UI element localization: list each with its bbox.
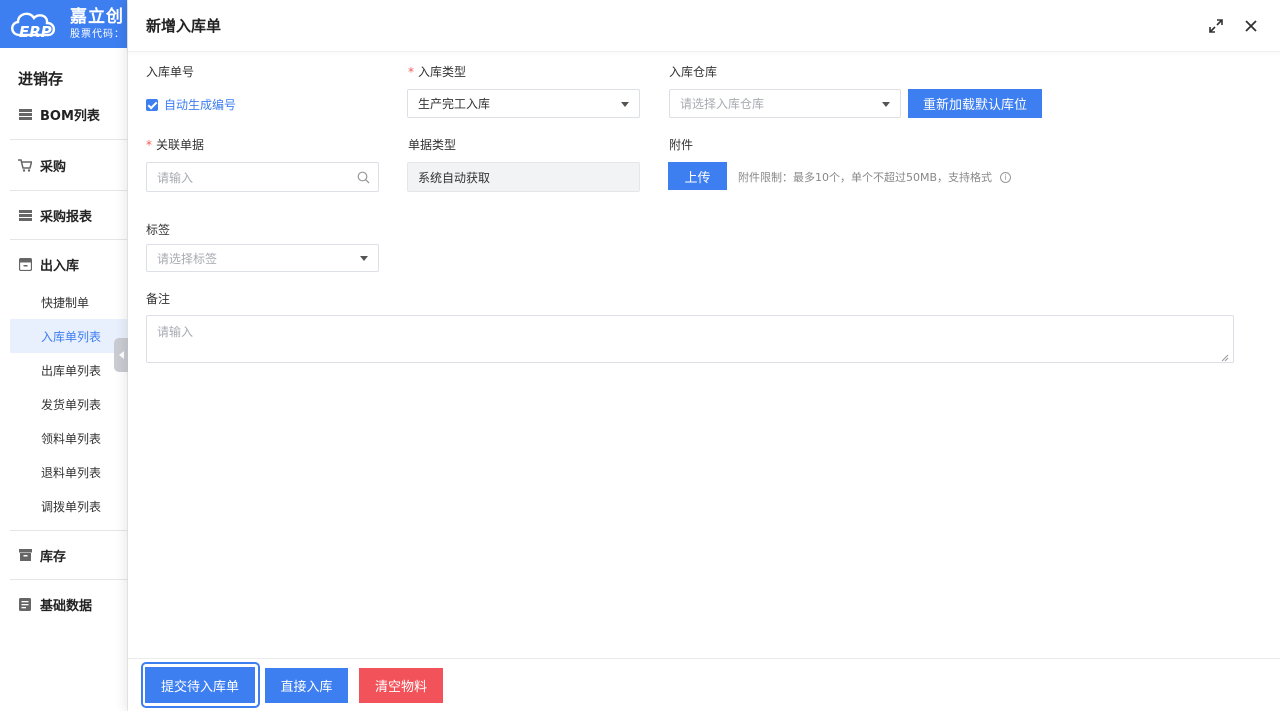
- close-icon[interactable]: [1241, 16, 1261, 36]
- sidebar-subitem-outbound-list[interactable]: 出库单列表: [0, 353, 127, 387]
- list-icon: [18, 107, 32, 121]
- app-root: ERP 嘉立创 股票代码： 进销存 BOM列表 采购 采购报表 出入库 快捷制单…: [0, 0, 1280, 711]
- submit-pending-inbound-button[interactable]: 提交待入库单: [145, 667, 255, 703]
- erp-logo-icon: ERP: [6, 5, 68, 43]
- doc-type-value: 系统自动获取: [418, 170, 491, 185]
- tags-placeholder: 请选择标签: [157, 251, 218, 266]
- upload-button[interactable]: 上传: [668, 162, 727, 190]
- drawer-title: 新增入库单: [146, 17, 222, 35]
- attachment-label: 附件: [669, 138, 694, 152]
- attachment-hint: 附件限制：最多10个，单个不超过50MB，支持格式 i: [738, 169, 1012, 185]
- search-icon[interactable]: [357, 171, 370, 187]
- sidebar-item-label: BOM列表: [40, 108, 100, 124]
- direct-inbound-button[interactable]: 直接入库: [265, 668, 348, 703]
- caret-down-icon: [360, 256, 368, 261]
- remark-label: 备注: [146, 292, 171, 306]
- remark-textarea[interactable]: 请输入: [146, 315, 1234, 363]
- sidebar-item-label: 基础数据: [40, 598, 93, 614]
- sidebar-subitem-transfer-list[interactable]: 调拨单列表: [0, 489, 127, 523]
- sidebar-subitem-picking-list[interactable]: 领料单列表: [0, 421, 127, 455]
- remark-placeholder: 请输入: [157, 325, 194, 339]
- document-icon: [18, 597, 32, 611]
- related-doc-placeholder: 请输入: [157, 170, 194, 185]
- reload-default-location-button[interactable]: 重新加载默认库位: [908, 89, 1042, 118]
- svg-text:ERP: ERP: [19, 23, 52, 41]
- sidebar-menu: BOM列表 采购 采购报表 出入库 快捷制单 入库单列表 出库单列表 发货单列表…: [0, 96, 127, 628]
- in-type-select[interactable]: 生产完工入库: [407, 89, 640, 118]
- sidebar: ERP 嘉立创 股票代码： 进销存 BOM列表 采购 采购报表 出入库 快捷制单…: [0, 0, 128, 711]
- sidebar-item-label: 库存: [40, 549, 67, 565]
- sidebar-subitem-inbound-list[interactable]: 入库单列表: [10, 319, 127, 353]
- clear-materials-button[interactable]: 清空物料: [359, 668, 443, 703]
- doc-type-field: 系统自动获取: [407, 162, 640, 192]
- caret-down-icon: [621, 101, 629, 107]
- chevron-left-icon: [118, 351, 124, 359]
- auto-generate-checkbox[interactable]: 自动生成编号: [146, 96, 236, 113]
- drawer-header: 新增入库单: [128, 0, 1280, 52]
- sidebar-item-label: 采购: [40, 159, 67, 175]
- sidebar-subitem-return-list[interactable]: 退料单列表: [0, 455, 127, 489]
- list-icon: [18, 208, 32, 222]
- info-icon[interactable]: i: [1000, 171, 1012, 183]
- tags-select[interactable]: 请选择标签: [146, 244, 379, 272]
- warehouse-label: 入库仓库: [669, 65, 718, 79]
- attachment-hint-text: 附件限制：最多10个，单个不超过50MB，支持格式: [738, 171, 993, 184]
- related-doc-label: * 关联单据: [146, 138, 205, 152]
- order-no-label: 入库单号: [146, 65, 195, 79]
- sidebar-subitem-quick-order[interactable]: 快捷制单: [0, 285, 127, 319]
- sidebar-item-bom[interactable]: BOM列表: [0, 96, 127, 132]
- sidebar-item-label: 出入库: [40, 258, 80, 274]
- doc-type-label: 单据类型: [408, 138, 457, 152]
- checkbox-label: 自动生成编号: [164, 98, 237, 112]
- expand-icon[interactable]: [1206, 16, 1226, 36]
- cart-icon: [18, 158, 32, 172]
- sidebar-item-base-data[interactable]: 基础数据: [0, 580, 127, 628]
- in-type-label: * 入库类型: [408, 65, 467, 79]
- tags-label: 标签: [146, 223, 171, 237]
- brand-name: 嘉立创: [70, 6, 124, 27]
- sidebar-collapse-toggle[interactable]: [114, 338, 128, 372]
- sidebar-item-label: 采购报表: [40, 209, 93, 225]
- brand-bar[interactable]: ERP 嘉立创 股票代码：: [0, 0, 127, 48]
- in-type-value: 生产完工入库: [418, 97, 491, 111]
- sidebar-item-purchase-report[interactable]: 采购报表: [0, 191, 127, 239]
- stock-code-label: 股票代码：: [70, 28, 125, 40]
- checkbox-checked-icon: [146, 98, 158, 111]
- sidebar-item-purchase[interactable]: 采购: [0, 140, 127, 190]
- sidebar-item-inout[interactable]: 出入库: [0, 240, 127, 288]
- resize-handle-icon[interactable]: [1221, 351, 1229, 362]
- related-doc-input[interactable]: 请输入: [146, 162, 379, 192]
- warehouse-placeholder: 请选择入库仓库: [680, 97, 765, 111]
- archive-icon: [18, 548, 32, 562]
- caret-down-icon: [882, 101, 890, 107]
- warehouse-select[interactable]: 请选择入库仓库: [669, 89, 901, 118]
- sidebar-subitem-delivery-list[interactable]: 发货单列表: [0, 387, 127, 421]
- box-icon: [18, 257, 32, 271]
- sidebar-item-inventory[interactable]: 库存: [0, 531, 127, 579]
